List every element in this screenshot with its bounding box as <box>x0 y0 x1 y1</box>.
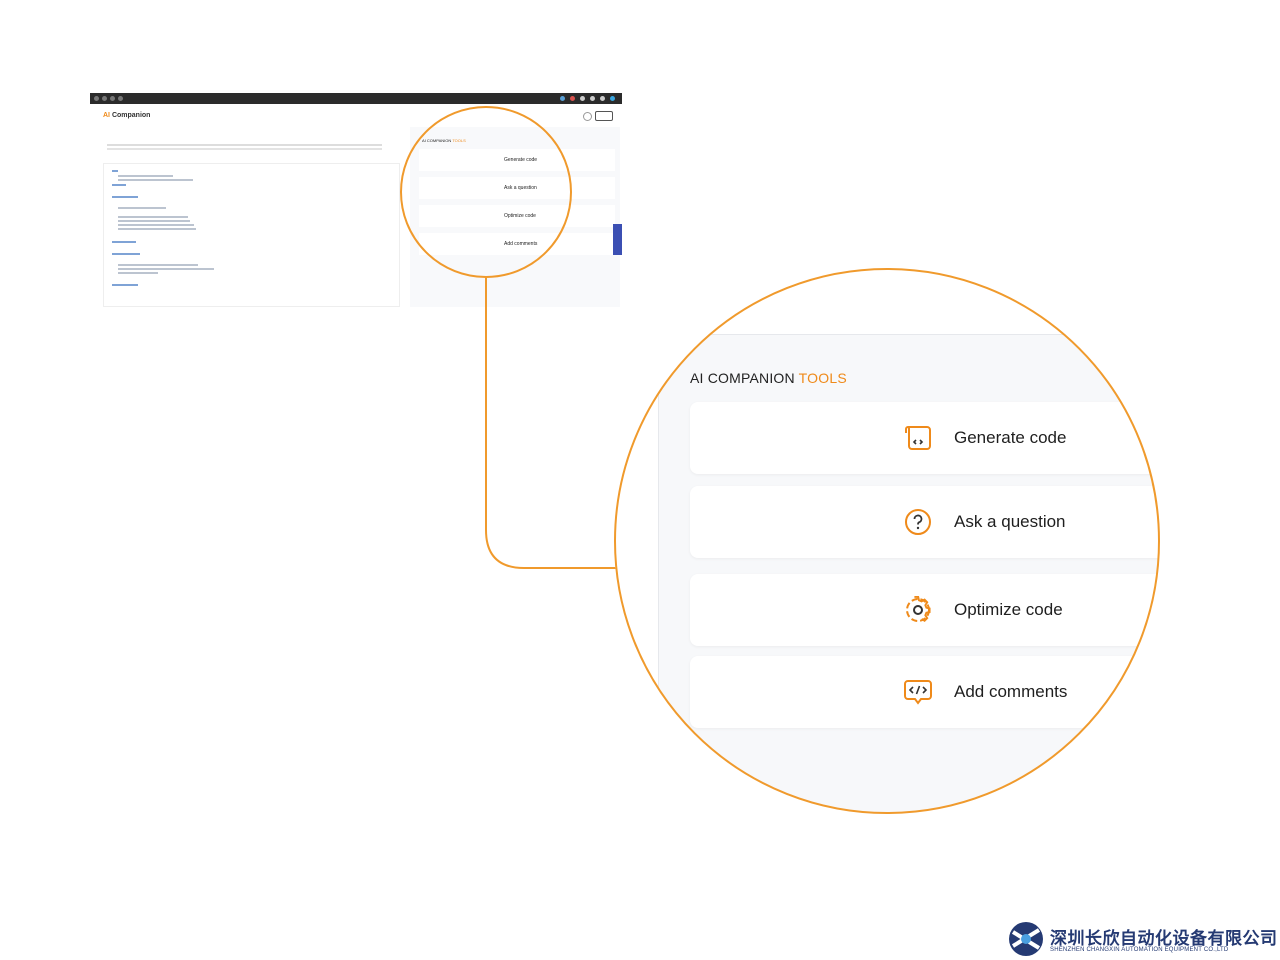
ask-question-button[interactable]: Ask a question <box>690 486 1160 558</box>
magnified-tools-view: AI COMPANION TOOLS Generate code Ask a q… <box>614 268 1160 814</box>
tools-panel-label: AI COMPANION TOOLS <box>690 370 847 386</box>
add-comments-label: Add comments <box>954 682 1068 701</box>
generate-code-label: Generate code <box>954 428 1067 447</box>
optimize-code-label: Optimize code <box>954 600 1063 619</box>
app-logo: AI Companion <box>103 112 151 119</box>
comment-code-icon <box>904 680 932 705</box>
tool-card-thumbnail[interactable]: Generate code <box>419 149 615 171</box>
ask-question-label: Ask a question <box>954 512 1066 531</box>
question-circle-icon <box>905 509 931 535</box>
gear-icon <box>906 596 931 623</box>
editor-description <box>107 144 382 146</box>
app-screenshot-thumbnail: AI Companion AI COMPANION TOOLS Generate… <box>90 93 622 307</box>
optimize-code-button[interactable]: Optimize code <box>690 574 1160 646</box>
code-bubble-icon <box>905 426 931 450</box>
tools-panel-label-thumbnail: AI COMPANION TOOLS <box>422 138 466 143</box>
browser-toolbar <box>90 93 622 104</box>
logout-button[interactable] <box>595 111 613 121</box>
generate-code-button[interactable]: Generate code <box>690 402 1160 474</box>
tool-card-thumbnail[interactable]: Add comments <box>419 233 615 255</box>
company-mark-icon <box>1009 922 1043 956</box>
tools-panel-thumbnail: AI COMPANION TOOLS Generate code Ask a q… <box>410 127 620 307</box>
add-comments-button[interactable]: Add comments <box>690 656 1160 728</box>
help-icon[interactable] <box>583 112 592 121</box>
company-name-en: SHENZHEN CHANGXIN AUTOMATION EQUIPMENT C… <box>1050 947 1229 953</box>
company-logo: 深圳长欣自动化设备有限公司 SHENZHEN CHANGXIN AUTOMATI… <box>1007 920 1277 960</box>
company-name-cn: 深圳长欣自动化设备有限公司 <box>1050 929 1278 948</box>
code-editor[interactable] <box>103 163 400 307</box>
tool-card-thumbnail[interactable]: Optimize code <box>419 205 615 227</box>
feedback-tab[interactable] <box>613 224 622 255</box>
tool-card-thumbnail[interactable]: Ask a question <box>419 177 615 199</box>
